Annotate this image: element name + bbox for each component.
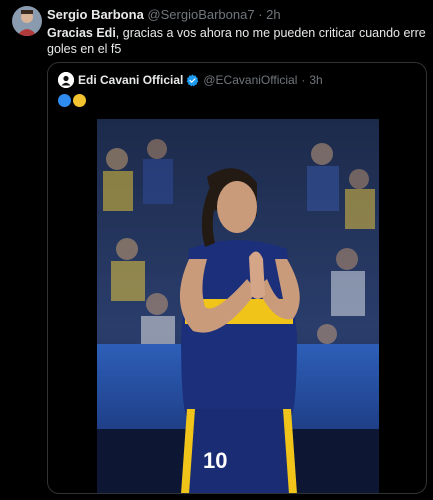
quoted-text-emojis bbox=[58, 94, 86, 107]
author-name[interactable]: Sergio Barbona bbox=[47, 7, 144, 22]
quoted-time-separator: · bbox=[301, 73, 306, 87]
tweet-text: Gracias Edi, gracias a vos ahora no me p… bbox=[47, 25, 427, 57]
quoted-photo[interactable]: 10 bbox=[97, 119, 379, 493]
quoted-tweet[interactable]: Edi Cavani Official @ECavaniOfficial · 3… bbox=[47, 62, 427, 494]
quoted-header: Edi Cavani Official @ECavaniOfficial · 3… bbox=[58, 72, 418, 88]
quoted-author-handle[interactable]: @ECavaniOfficial bbox=[203, 72, 297, 88]
yellow-circle-emoji-icon bbox=[73, 94, 86, 107]
quoted-author-name[interactable]: Edi Cavani Official bbox=[78, 72, 183, 88]
verified-badge-icon bbox=[186, 74, 199, 87]
quoted-time[interactable]: 3h bbox=[309, 72, 322, 88]
tweet-header: Sergio Barbona @SergioBarbona7 · 2h bbox=[47, 7, 425, 23]
author-avatar[interactable] bbox=[12, 6, 42, 36]
tweet-text-bold: Gracias Edi bbox=[47, 26, 116, 40]
time-separator: · bbox=[258, 7, 263, 22]
shorts-number: 10 bbox=[203, 448, 227, 473]
blue-circle-emoji-icon bbox=[58, 94, 71, 107]
tweet[interactable]: Sergio Barbona @SergioBarbona7 · 2h Grac… bbox=[0, 0, 433, 500]
quoted-avatar[interactable] bbox=[58, 72, 74, 88]
tweet-time[interactable]: 2h bbox=[266, 7, 280, 22]
author-handle[interactable]: @SergioBarbona7 bbox=[147, 7, 254, 22]
